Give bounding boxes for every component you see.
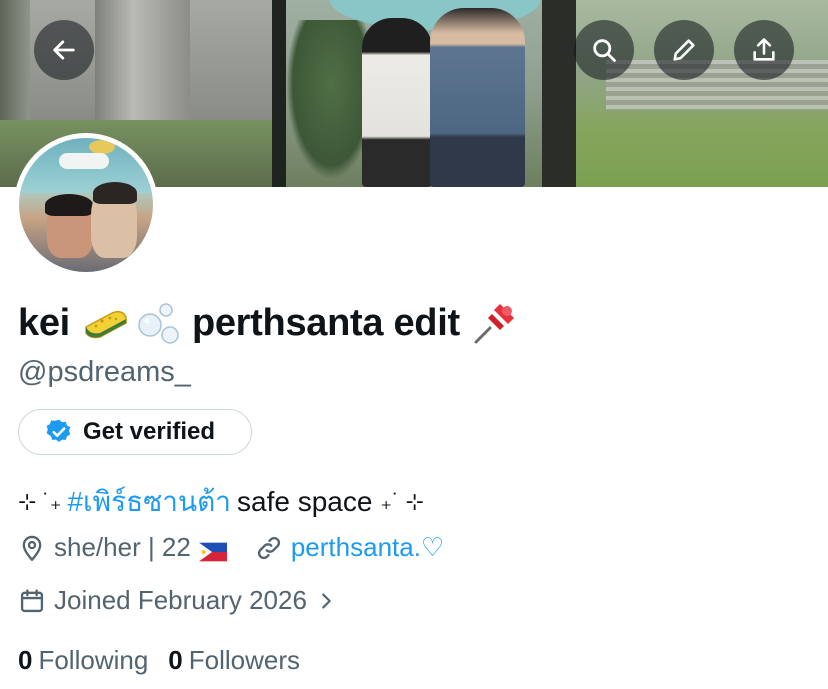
display-name-part2: perthsanta edit <box>191 301 460 344</box>
display-name: kei perthsanta edit <box>18 298 518 348</box>
following-count: 0 <box>18 645 33 675</box>
chevron-right-icon <box>322 592 331 609</box>
bio-text: safe space <box>237 486 373 517</box>
joined-text: Joined February 2026 <box>54 585 307 615</box>
philippines-flag-icon <box>198 538 229 561</box>
follow-stats: 0 Following 0 Followers <box>18 645 300 676</box>
location-pin-icon <box>22 535 42 561</box>
calendar-icon <box>20 588 44 612</box>
avatar[interactable] <box>14 133 158 277</box>
user-handle: @psdreams_ <box>18 356 191 388</box>
followers-count: 0 <box>168 645 183 675</box>
edit-button[interactable] <box>654 20 714 80</box>
display-name-part1: kei <box>18 301 70 344</box>
bubbles-emoji-icon <box>136 301 182 345</box>
bio-sparkle-left: ⊹ ˙₊ <box>18 489 62 514</box>
pencil-icon <box>673 39 695 61</box>
pushpin-emoji-icon <box>472 300 518 346</box>
website-link[interactable]: perthsanta.♡ <box>291 532 444 563</box>
link-icon <box>257 536 280 559</box>
search-button[interactable] <box>574 20 634 80</box>
bio-sparkle-right: ₊˙ ⊹ <box>380 489 424 514</box>
get-verified-button[interactable]: Get verified <box>18 409 252 455</box>
bio-hashtag-link[interactable]: #เพิร์ธซานต้า <box>67 480 231 524</box>
location-text: she/her | 22 <box>54 532 191 562</box>
back-arrow-icon <box>53 40 75 60</box>
share-button[interactable] <box>734 20 794 80</box>
following-label: Following <box>38 645 149 675</box>
bio: ⊹ ˙₊ #เพิร์ธซานต้า safe space ₊˙ ⊹ <box>18 480 424 524</box>
sponge-emoji-icon <box>82 309 130 339</box>
get-verified-label: Get verified <box>83 418 216 445</box>
followers-label: Followers <box>188 645 301 675</box>
share-icon <box>753 38 775 61</box>
followers-link[interactable]: 0 Followers <box>168 645 300 676</box>
back-button[interactable] <box>34 20 94 80</box>
following-link[interactable]: 0 Following <box>18 645 148 676</box>
search-icon <box>593 39 616 62</box>
joined-date[interactable]: Joined February 2026 <box>18 585 345 616</box>
profile-meta: she/her | 22 perthsanta.♡ <box>18 532 444 563</box>
verified-badge-icon <box>46 419 71 442</box>
